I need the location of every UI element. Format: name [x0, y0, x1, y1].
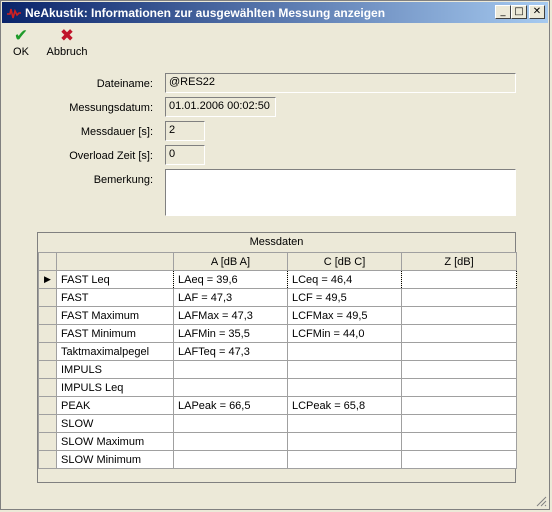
row-name-header [56, 252, 174, 271]
cell-c[interactable] [287, 378, 402, 397]
ok-button[interactable]: ✔ OK [9, 27, 33, 63]
cell-a[interactable] [173, 378, 288, 397]
cell-z[interactable] [401, 270, 517, 289]
red-double-left-arrow-icon: ✖ [59, 26, 75, 46]
row-name[interactable]: FAST Maximum [56, 306, 174, 325]
dialog-window: NeAkustik: Informationen zur ausgewählte… [0, 0, 550, 510]
row-name[interactable]: SLOW Maximum [56, 432, 174, 451]
table-row[interactable]: SLOW [38, 414, 517, 433]
row-indicator[interactable] [38, 342, 57, 361]
row-indicator[interactable] [38, 414, 57, 433]
row-name[interactable]: FAST [56, 288, 174, 307]
row-indicator[interactable] [38, 450, 57, 469]
column-header-z[interactable]: Z [dB] [401, 252, 517, 271]
cell-c[interactable]: LCFMax = 49,5 [287, 306, 402, 325]
row-name[interactable]: FAST Minimum [56, 324, 174, 343]
cell-c[interactable] [287, 432, 402, 451]
cell-z[interactable] [401, 324, 517, 343]
ok-label: OK [13, 46, 29, 58]
cell-a[interactable]: LAFMax = 47,3 [173, 306, 288, 325]
row-indicator[interactable] [38, 432, 57, 451]
column-header-a[interactable]: A [dB A] [173, 252, 288, 271]
minimize-button[interactable]: _ [495, 5, 511, 19]
cell-z[interactable] [401, 414, 517, 433]
row-indicator-arrow-icon: ▶ [38, 270, 57, 289]
table-row[interactable]: ▶ FAST Leq LAeq = 39,6 LCeq = 46,4 [38, 270, 517, 289]
title-bar[interactable]: NeAkustik: Informationen zur ausgewählte… [2, 2, 548, 23]
column-header-c[interactable]: C [dB C] [287, 252, 402, 271]
cell-z[interactable] [401, 450, 517, 469]
cell-a[interactable]: LAF = 47,3 [173, 288, 288, 307]
measurement-grid[interactable]: Messdaten A [dB A] C [dB C] Z [dB] ▶ FAS… [37, 232, 517, 483]
close-button[interactable]: ✕ [529, 5, 545, 19]
table-row[interactable]: SLOW Minimum [38, 450, 517, 469]
overload-field[interactable]: 0 [165, 145, 205, 165]
cell-a[interactable]: LAFMin = 35,5 [173, 324, 288, 343]
table-row[interactable]: IMPULS Leq [38, 378, 517, 397]
remark-label: Bemerkung: [93, 174, 153, 186]
row-name[interactable]: IMPULS [56, 360, 174, 379]
cell-a[interactable] [173, 450, 288, 469]
row-name[interactable]: SLOW [56, 414, 174, 433]
row-name[interactable]: PEAK [56, 396, 174, 415]
indicator-header [38, 252, 57, 271]
cell-a[interactable]: LAFTeq = 47,3 [173, 342, 288, 361]
row-indicator[interactable] [38, 360, 57, 379]
duration-label: Messdauer [s]: [80, 126, 153, 138]
cell-c[interactable]: LCeq = 46,4 [287, 270, 402, 289]
cell-c[interactable] [287, 360, 402, 379]
date-label: Messungsdatum: [69, 102, 153, 114]
window-title: NeAkustik: Informationen zur ausgewählte… [25, 6, 386, 20]
row-name[interactable]: IMPULS Leq [56, 378, 174, 397]
duration-field[interactable]: 2 [165, 121, 205, 141]
table-row[interactable]: SLOW Maximum [38, 432, 517, 451]
maximize-button[interactable]: □ [511, 5, 527, 19]
table-row[interactable]: FAST LAF = 47,3 LCF = 49,5 [38, 288, 517, 307]
green-check-icon: ✔ [13, 26, 29, 46]
row-name[interactable]: FAST Leq [56, 270, 174, 289]
cell-c[interactable] [287, 342, 402, 361]
cell-z[interactable] [401, 306, 517, 325]
cell-a[interactable]: LAPeak = 66,5 [173, 396, 288, 415]
grid-title: Messdaten [38, 233, 515, 253]
table-row[interactable]: FAST Minimum LAFMin = 35,5 LCFMin = 44,0 [38, 324, 517, 343]
row-indicator[interactable] [38, 288, 57, 307]
cell-z[interactable] [401, 432, 517, 451]
overload-label: Overload Zeit [s]: [69, 150, 153, 162]
remark-textarea[interactable] [165, 169, 516, 216]
cell-a[interactable]: LAeq = 39,6 [173, 270, 288, 289]
cell-z[interactable] [401, 342, 517, 361]
cell-z[interactable] [401, 378, 517, 397]
measurement-table: A [dB A] C [dB C] Z [dB] ▶ FAST Leq LAeq… [38, 252, 517, 469]
filename-label: Dateiname: [96, 78, 153, 90]
cancel-label: Abbruch [46, 46, 88, 58]
app-waveform-icon [7, 8, 21, 19]
cell-a[interactable] [173, 360, 288, 379]
row-name[interactable]: SLOW Minimum [56, 450, 174, 469]
table-row[interactable]: PEAK LAPeak = 66,5 LCPeak = 65,8 [38, 396, 517, 415]
table-row[interactable]: Taktmaximalpegel LAFTeq = 47,3 [38, 342, 517, 361]
row-indicator[interactable] [38, 306, 57, 325]
table-row[interactable]: IMPULS [38, 360, 517, 379]
row-name[interactable]: Taktmaximalpegel [56, 342, 174, 361]
cancel-button[interactable]: ✖ Abbruch [45, 27, 89, 63]
cell-c[interactable]: LCPeak = 65,8 [287, 396, 402, 415]
cell-z[interactable] [401, 360, 517, 379]
row-indicator[interactable] [38, 324, 57, 343]
cell-c[interactable] [287, 414, 402, 433]
row-indicator[interactable] [38, 396, 57, 415]
cell-a[interactable] [173, 414, 288, 433]
cell-z[interactable] [401, 396, 517, 415]
cell-c[interactable]: LCFMin = 44,0 [287, 324, 402, 343]
cell-c[interactable] [287, 450, 402, 469]
filename-field[interactable]: @RES22 [165, 73, 516, 93]
cell-a[interactable] [173, 432, 288, 451]
resize-grip-icon[interactable] [535, 495, 547, 507]
cell-z[interactable] [401, 288, 517, 307]
row-indicator[interactable] [38, 378, 57, 397]
table-row[interactable]: FAST Maximum LAFMax = 47,3 LCFMax = 49,5 [38, 306, 517, 325]
date-field[interactable]: 01.01.2006 00:02:50 [165, 97, 276, 117]
cell-c[interactable]: LCF = 49,5 [287, 288, 402, 307]
